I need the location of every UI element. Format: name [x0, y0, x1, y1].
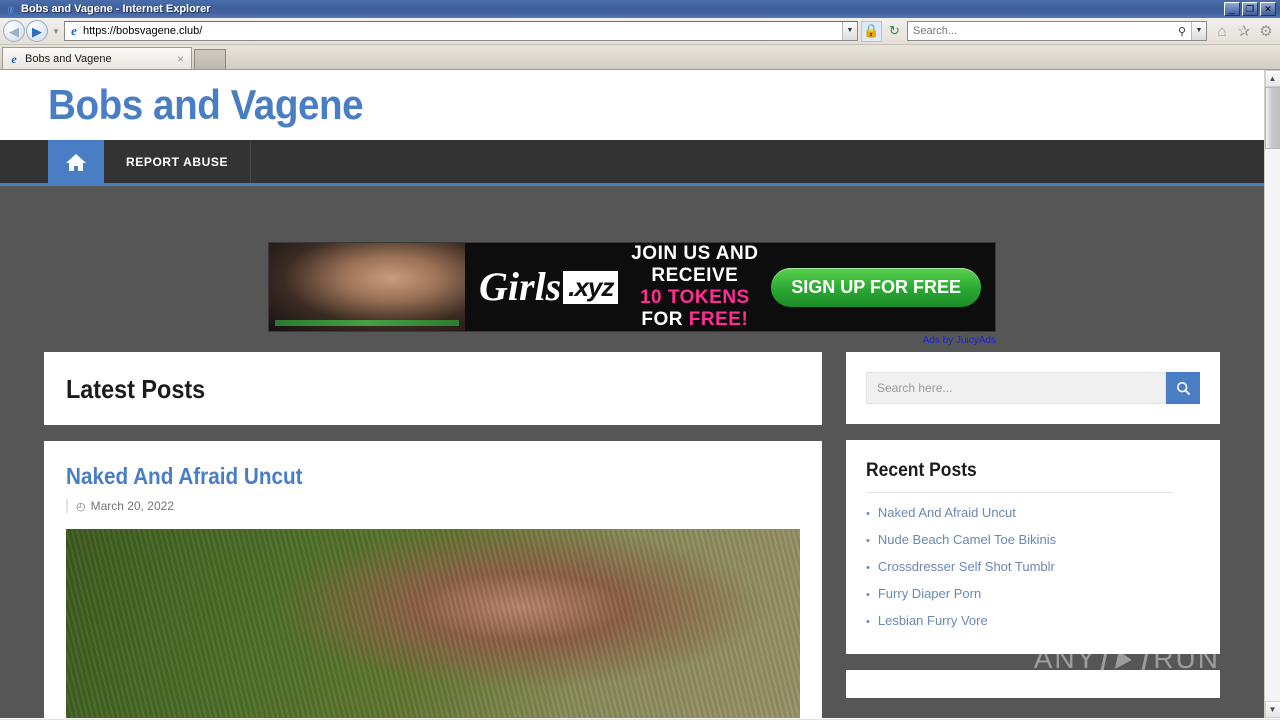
window-title: Bobs and Vagene - Internet Explorer — [21, 3, 211, 15]
search-icon — [1176, 381, 1190, 395]
bullet-icon: • — [866, 616, 870, 628]
web-page: Bobs and Vagene REPORT ABUSE Girls .xyz — [0, 70, 1264, 718]
recent-post-link[interactable]: Furry Diaper Porn — [878, 586, 981, 601]
maximize-button[interactable]: ❐ — [1242, 2, 1258, 16]
ad-tokens: 10 TOKENS — [639, 287, 750, 308]
lock-icon[interactable]: 🔒 — [861, 20, 882, 42]
browser-search-input[interactable]: Search... — [908, 25, 1173, 37]
list-item[interactable]: • Crossdresser Self Shot Tumblr — [866, 553, 1200, 580]
favorites-star-icon[interactable]: ✰ — [1233, 20, 1255, 42]
recent-posts-list: • Naked And Afraid Uncut • Nude Beach Ca… — [866, 493, 1200, 634]
gear-icon[interactable]: ⚙ — [1255, 20, 1277, 42]
post-card: Naked And Afraid Uncut ◴ March 20, 2022 — [44, 441, 822, 718]
home-icon — [66, 153, 86, 171]
list-item[interactable]: • Naked And Afraid Uncut — [866, 499, 1200, 526]
ad-brand-logo: Girls .xyz — [479, 264, 619, 309]
search-icon[interactable]: ⚲ — [1173, 25, 1191, 38]
site-nav: REPORT ABUSE — [0, 140, 1264, 186]
ad-free: FREE! — [688, 308, 749, 330]
tab-strip: e Bobs and Vagene × — [0, 45, 1280, 70]
ad-line-1: JOIN US AND RECEIVE — [631, 243, 759, 287]
page-title: Latest Posts — [66, 374, 206, 404]
search-input[interactable]: Search here... — [866, 372, 1166, 404]
recent-post-link[interactable]: Crossdresser Self Shot Tumblr — [878, 559, 1055, 574]
forward-button[interactable]: ▶ — [26, 20, 48, 42]
search-widget: Search here... — [846, 352, 1220, 424]
sidebar: Search here... Recent Posts • Naked And … — [846, 352, 1220, 698]
page-scrollbar[interactable]: ▲ ▼ — [1264, 70, 1280, 718]
ad-signup-button[interactable]: SIGN UP FOR FREE — [771, 267, 981, 307]
ad-credit[interactable]: Ads by JuicyAds — [268, 332, 996, 346]
ie-icon: e — [71, 23, 77, 38]
widget-title: Recent Posts — [866, 460, 1174, 493]
bullet-icon: • — [866, 535, 870, 547]
ie-icon: e — [11, 51, 17, 66]
page-content: Latest Posts Naked And Afraid Uncut ◴ Ma… — [0, 352, 1264, 718]
chevron-down-icon[interactable]: ▼ — [842, 22, 857, 40]
nav-item-report-abuse[interactable]: REPORT ABUSE — [104, 140, 252, 183]
minimize-button[interactable]: _ — [1224, 2, 1240, 16]
post-meta: ◴ March 20, 2022 — [66, 499, 800, 513]
sidebar-widget-partial — [846, 670, 1220, 698]
tab-label: Bobs and Vagene — [25, 52, 112, 65]
browser-search-box[interactable]: Search... ⚲ ▼ — [907, 21, 1207, 41]
ad-line-2: 10 TOKENS FOR FREE! — [622, 287, 767, 331]
sidebar-search: Search here... — [866, 372, 1200, 404]
bullet-icon: • — [866, 589, 870, 601]
site-header: Bobs and Vagene — [0, 70, 1264, 140]
post-featured-image[interactable] — [66, 529, 800, 718]
page-viewport: Bobs and Vagene REPORT ABUSE Girls .xyz — [0, 70, 1280, 718]
home-icon[interactable]: ⌂ — [1211, 20, 1233, 42]
back-button[interactable]: ◀ — [3, 20, 25, 42]
search-button[interactable] — [1166, 372, 1200, 404]
window-titlebar[interactable]: e Bobs and Vagene - Internet Explorer _ … — [0, 0, 1280, 18]
post-naked-and-afraid-uncut: Naked And Afraid Uncut ◴ March 20, 2022 — [44, 441, 822, 718]
list-item[interactable]: • Lesbian Furry Vore — [866, 607, 1200, 634]
post-date: March 20, 2022 — [90, 499, 174, 513]
recent-posts-widget: Recent Posts • Naked And Afraid Uncut • … — [846, 440, 1220, 654]
ie-icon: e — [8, 1, 14, 16]
list-item[interactable]: • Nude Beach Camel Toe Bikinis — [866, 526, 1200, 553]
new-tab-button[interactable] — [194, 49, 226, 69]
bullet-icon: • — [866, 508, 870, 520]
recent-post-link[interactable]: Naked And Afraid Uncut — [878, 505, 1016, 520]
nav-item-label: REPORT ABUSE — [126, 154, 229, 169]
recent-post-link[interactable]: Nude Beach Camel Toe Bikinis — [878, 532, 1056, 547]
clock-icon: ◴ — [76, 500, 86, 513]
browser-toolbar: ◀ ▶ ▼ e https://bobsvagene.club/ ▼ 🔒 ↻ S… — [0, 18, 1280, 45]
window-controls: _ ❐ ✕ — [1224, 2, 1278, 16]
ad-region: Girls .xyz JOIN US AND RECEIVE 10 TOKENS… — [0, 186, 1264, 352]
scroll-down-button[interactable]: ▼ — [1264, 701, 1280, 718]
scrollbar-track[interactable] — [1264, 87, 1280, 701]
recent-post-link[interactable]: Lesbian Furry Vore — [878, 613, 988, 628]
close-icon[interactable]: × — [174, 52, 187, 66]
ad-banner[interactable]: Girls .xyz JOIN US AND RECEIVE 10 TOKENS… — [268, 242, 996, 332]
main-column: Latest Posts Naked And Afraid Uncut ◴ Ma… — [44, 352, 822, 718]
latest-posts-card: Latest Posts — [44, 352, 822, 425]
ad-brand-suffix: .xyz — [563, 270, 619, 304]
address-bar[interactable]: e https://bobsvagene.club/ ▼ — [64, 21, 858, 41]
scrollbar-thumb[interactable] — [1264, 87, 1280, 149]
scroll-up-button[interactable]: ▲ — [1264, 70, 1280, 87]
bullet-icon: • — [866, 562, 870, 574]
close-button[interactable]: ✕ — [1260, 2, 1276, 16]
address-url: https://bobsvagene.club/ — [83, 25, 203, 37]
list-item[interactable]: • Furry Diaper Porn — [866, 580, 1200, 607]
chevron-down-icon[interactable]: ▼ — [50, 27, 62, 36]
ad-brand-name: Girls — [479, 264, 562, 309]
site-title[interactable]: Bobs and Vagene — [48, 84, 364, 126]
ad-photo — [269, 243, 465, 331]
ad-copy: JOIN US AND RECEIVE 10 TOKENS FOR FREE! — [618, 243, 771, 330]
post-title-link[interactable]: Naked And Afraid Uncut — [66, 463, 727, 490]
refresh-icon[interactable]: ↻ — [884, 21, 905, 42]
tab-bobs-and-vagene[interactable]: e Bobs and Vagene × — [2, 47, 192, 69]
ad-for: FOR — [641, 308, 689, 330]
nav-home-button[interactable] — [48, 140, 104, 183]
chevron-down-icon[interactable]: ▼ — [1191, 22, 1206, 40]
